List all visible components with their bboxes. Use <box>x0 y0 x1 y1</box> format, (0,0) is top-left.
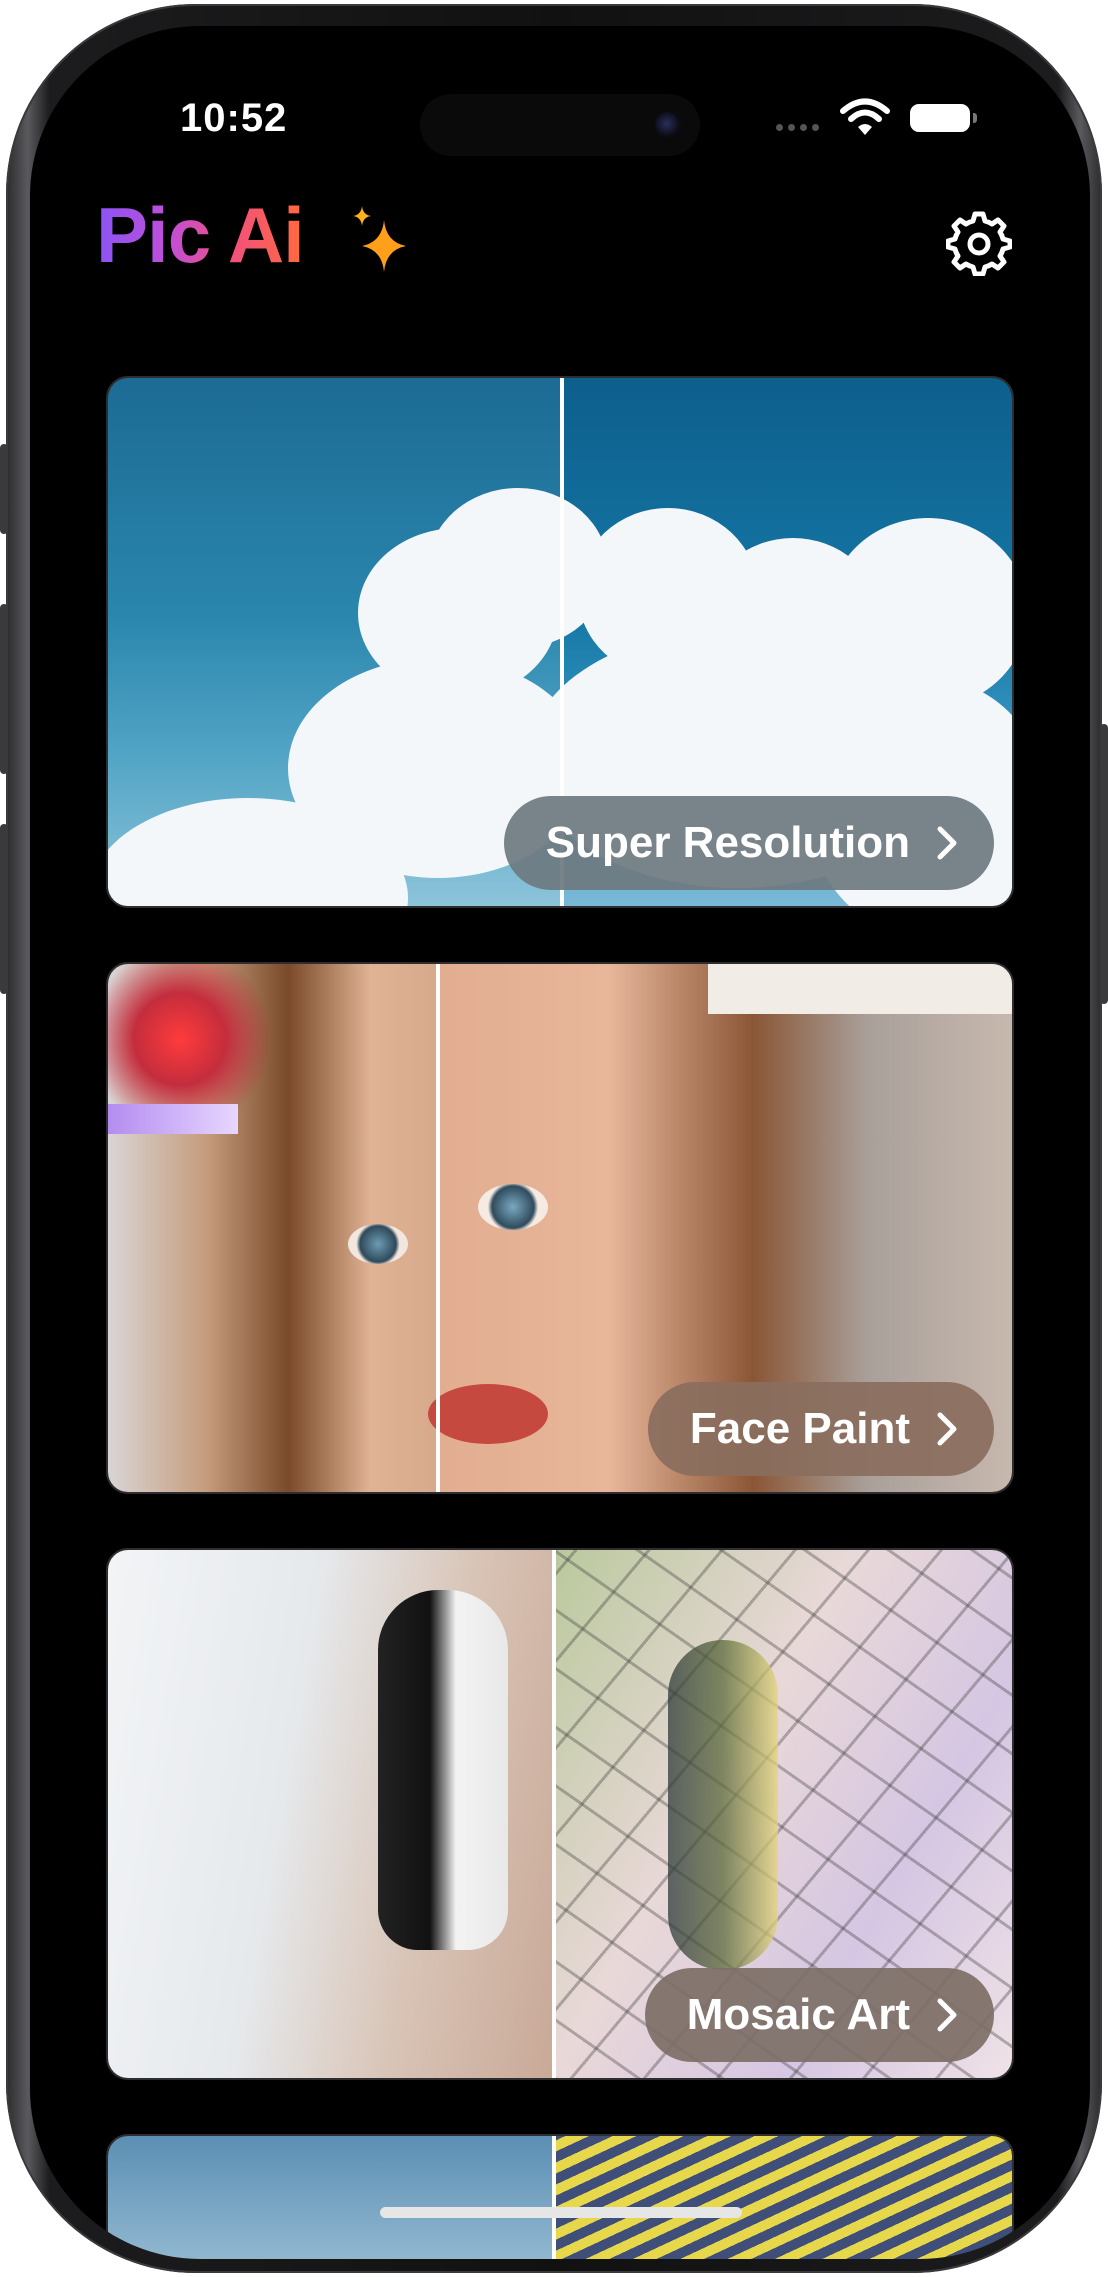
chevron-right-icon <box>937 1412 957 1446</box>
super-resolution-card[interactable]: Super Resolution <box>106 376 1014 908</box>
screen: 10:52 Pic Ai Super Resolution Face Paint… <box>30 26 1090 2259</box>
super-resolution-button[interactable]: Super Resolution <box>503 796 994 890</box>
mosaic-art-label: Mosaic Art <box>686 1990 910 2039</box>
front-camera <box>655 112 681 138</box>
face-paint-button[interactable]: Face Paint <box>647 1382 994 1476</box>
before-image <box>108 2136 552 2259</box>
chevron-right-icon <box>937 826 957 860</box>
status-time: 10:52 <box>180 96 288 140</box>
phone-frame: 10:52 Pic Ai Super Resolution Face Paint… <box>0 4 1108 2273</box>
home-indicator[interactable] <box>380 2207 742 2218</box>
wifi-icon <box>840 98 890 135</box>
face-paint-card[interactable]: Face Paint <box>106 962 1014 1494</box>
chevron-right-icon <box>937 1998 957 2032</box>
volume-down-button <box>0 824 8 994</box>
app-title: Pic Ai <box>96 191 305 279</box>
power-button <box>1100 724 1108 1004</box>
mosaic-art-card[interactable]: Mosaic Art <box>106 1548 1014 2080</box>
volume-up-button <box>0 604 8 774</box>
gear-icon[interactable] <box>946 210 1012 276</box>
cellular-signal-icon <box>776 124 819 131</box>
compare-divider[interactable] <box>552 1550 556 2078</box>
super-resolution-label: Super Resolution <box>545 818 910 867</box>
mosaic-art-button[interactable]: Mosaic Art <box>644 1968 994 2062</box>
after-image <box>552 2136 1012 2259</box>
next-effect-card[interactable] <box>106 2134 1014 2259</box>
battery-icon <box>910 104 977 132</box>
compare-divider[interactable] <box>436 964 440 1492</box>
action-button <box>0 444 8 534</box>
compare-divider[interactable] <box>552 2136 556 2259</box>
sparkle-icon <box>353 206 406 272</box>
face-paint-label: Face Paint <box>689 1404 910 1453</box>
